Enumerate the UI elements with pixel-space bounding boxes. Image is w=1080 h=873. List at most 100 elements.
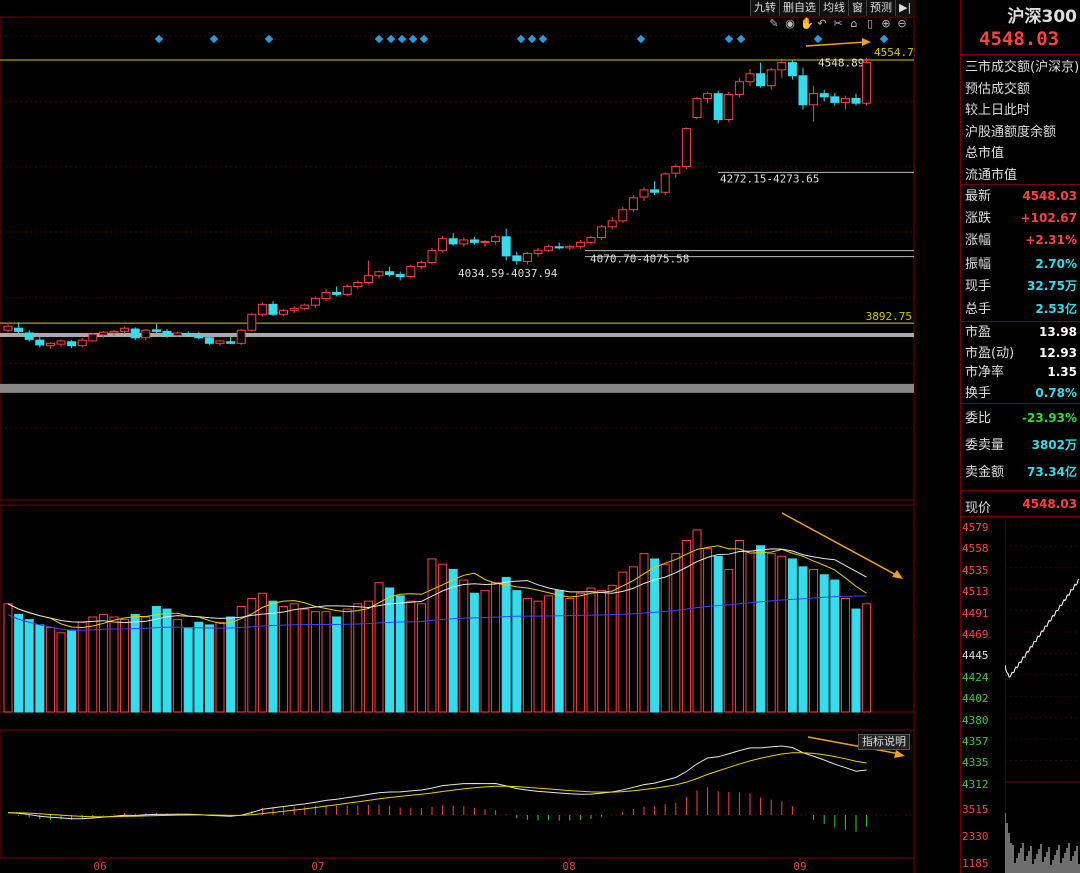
- mini-price-label: 4445: [962, 649, 989, 663]
- stat-value: 2.53亿: [1035, 302, 1077, 316]
- trend-arrowhead: [892, 570, 903, 579]
- stat-label: 最新: [965, 189, 992, 204]
- candle: [628, 197, 638, 211]
- candle: [565, 245, 575, 249]
- candle: [226, 341, 236, 344]
- volume-bar: [194, 621, 204, 713]
- volume-bar: [798, 566, 808, 713]
- volume-bar: [448, 568, 458, 713]
- candle: [438, 238, 448, 252]
- gap-annotation: 4070.70-4075.58: [590, 253, 689, 266]
- toolbar-item-1[interactable]: 删自选: [779, 0, 819, 16]
- volume-bar: [830, 579, 840, 713]
- volume-bar: [162, 608, 172, 713]
- volume-bar: [819, 574, 829, 713]
- volume-bar: [597, 590, 607, 713]
- candle: [416, 262, 426, 268]
- volume-bar: [268, 600, 278, 713]
- volume-bar: [671, 553, 681, 713]
- hand-icon[interactable]: ✋: [800, 18, 814, 30]
- volume-bar: [332, 616, 342, 713]
- signal-dot: [636, 34, 646, 44]
- volume-bar: [544, 595, 554, 713]
- candle: [830, 96, 840, 103]
- volume-bar: [24, 619, 34, 713]
- candle: [766, 69, 776, 87]
- stat-value: 13.98: [1039, 325, 1077, 339]
- toolbar-item-0[interactable]: 九转: [750, 0, 779, 16]
- stat-value: 1.35: [1047, 365, 1077, 379]
- mini-price-label: 4469: [962, 628, 989, 641]
- scissors-icon[interactable]: ✂: [832, 18, 844, 30]
- trash-icon[interactable]: ▯: [864, 18, 876, 30]
- macd-explain-button[interactable]: 指标说明: [858, 734, 910, 750]
- volume-bar: [183, 627, 193, 713]
- volume-bar: [554, 590, 564, 713]
- volume-bar: [3, 603, 13, 713]
- candle: [597, 226, 607, 239]
- candle: [554, 246, 564, 249]
- volume-bar: [236, 605, 246, 713]
- market-info-label: 流通市值: [965, 167, 1018, 183]
- play-end-icon[interactable]: ▶|: [895, 0, 915, 16]
- volume-bar: [607, 584, 617, 713]
- macd-dif-line: [7, 745, 867, 820]
- stat-label: 涨跌: [965, 211, 992, 226]
- candle: [575, 241, 585, 247]
- volume-bar: [35, 624, 45, 713]
- stat-value: 3802万: [1031, 438, 1077, 452]
- volume-bar: [639, 553, 649, 713]
- stat-label: 卖金额: [965, 465, 1005, 480]
- candle: [692, 97, 702, 119]
- candle: [809, 93, 819, 106]
- zoom-out-icon[interactable]: ⊖: [896, 18, 908, 30]
- candle: [353, 281, 363, 287]
- mini-price-line: [1005, 578, 1080, 678]
- candle: [151, 329, 161, 332]
- candle: [512, 255, 522, 262]
- volume-bar: [745, 550, 755, 713]
- kline-chart[interactable]: 46154450428641223957379236293892.754554.…: [0, 0, 915, 873]
- volume-bar: [289, 603, 299, 713]
- toolbar-item-4[interactable]: 预测: [866, 0, 895, 16]
- volume-bar: [120, 619, 130, 713]
- mini-price-label: 4491: [962, 606, 989, 620]
- intraday-mini-chart: [1005, 517, 1080, 873]
- volume-bar: [406, 600, 416, 713]
- candle: [650, 189, 660, 193]
- candle: [279, 309, 289, 315]
- stat-row: 涨幅 +2.31%: [965, 230, 1079, 251]
- candle: [45, 342, 55, 347]
- candle: [310, 297, 320, 306]
- candle: [660, 173, 670, 193]
- month-label: 07: [311, 860, 324, 873]
- volume-bar: [650, 558, 660, 713]
- lock-icon[interactable]: ⌂: [848, 18, 860, 30]
- undo-icon[interactable]: ↶: [816, 18, 828, 30]
- mini-volume-label: 3515: [962, 803, 989, 816]
- toolbar-item-3[interactable]: 窗: [848, 0, 866, 16]
- stat-value: +102.67: [1020, 211, 1077, 225]
- stat-row: 市盈(动) 12.93: [965, 343, 1079, 364]
- volume-bar: [575, 592, 585, 713]
- eye-icon[interactable]: ◉: [784, 18, 796, 30]
- chart-toolbar: 九转 删自选 均线窗预测 ▶|: [750, 0, 915, 16]
- candle: [427, 250, 437, 264]
- toolbar-item-2[interactable]: 均线: [819, 0, 848, 16]
- volume-bar: [756, 545, 766, 713]
- candle: [67, 341, 77, 347]
- stat-row: 涨跌 +102.67: [965, 208, 1079, 229]
- candle: [724, 93, 734, 120]
- candle: [3, 325, 13, 331]
- volume-bar: [173, 619, 183, 713]
- stat-label: 市净率: [965, 365, 1005, 380]
- macd-arrowhead: [894, 750, 905, 758]
- volume-bar: [45, 627, 55, 713]
- stat-row: 卖金额 73.34亿: [965, 462, 1079, 483]
- volume-bar: [692, 529, 702, 713]
- signal-dot: [386, 34, 396, 44]
- candle: [385, 271, 395, 276]
- volume-bar: [310, 611, 320, 713]
- pencil-icon[interactable]: ✎: [768, 18, 780, 30]
- zoom-in-icon[interactable]: ⊕: [880, 18, 892, 30]
